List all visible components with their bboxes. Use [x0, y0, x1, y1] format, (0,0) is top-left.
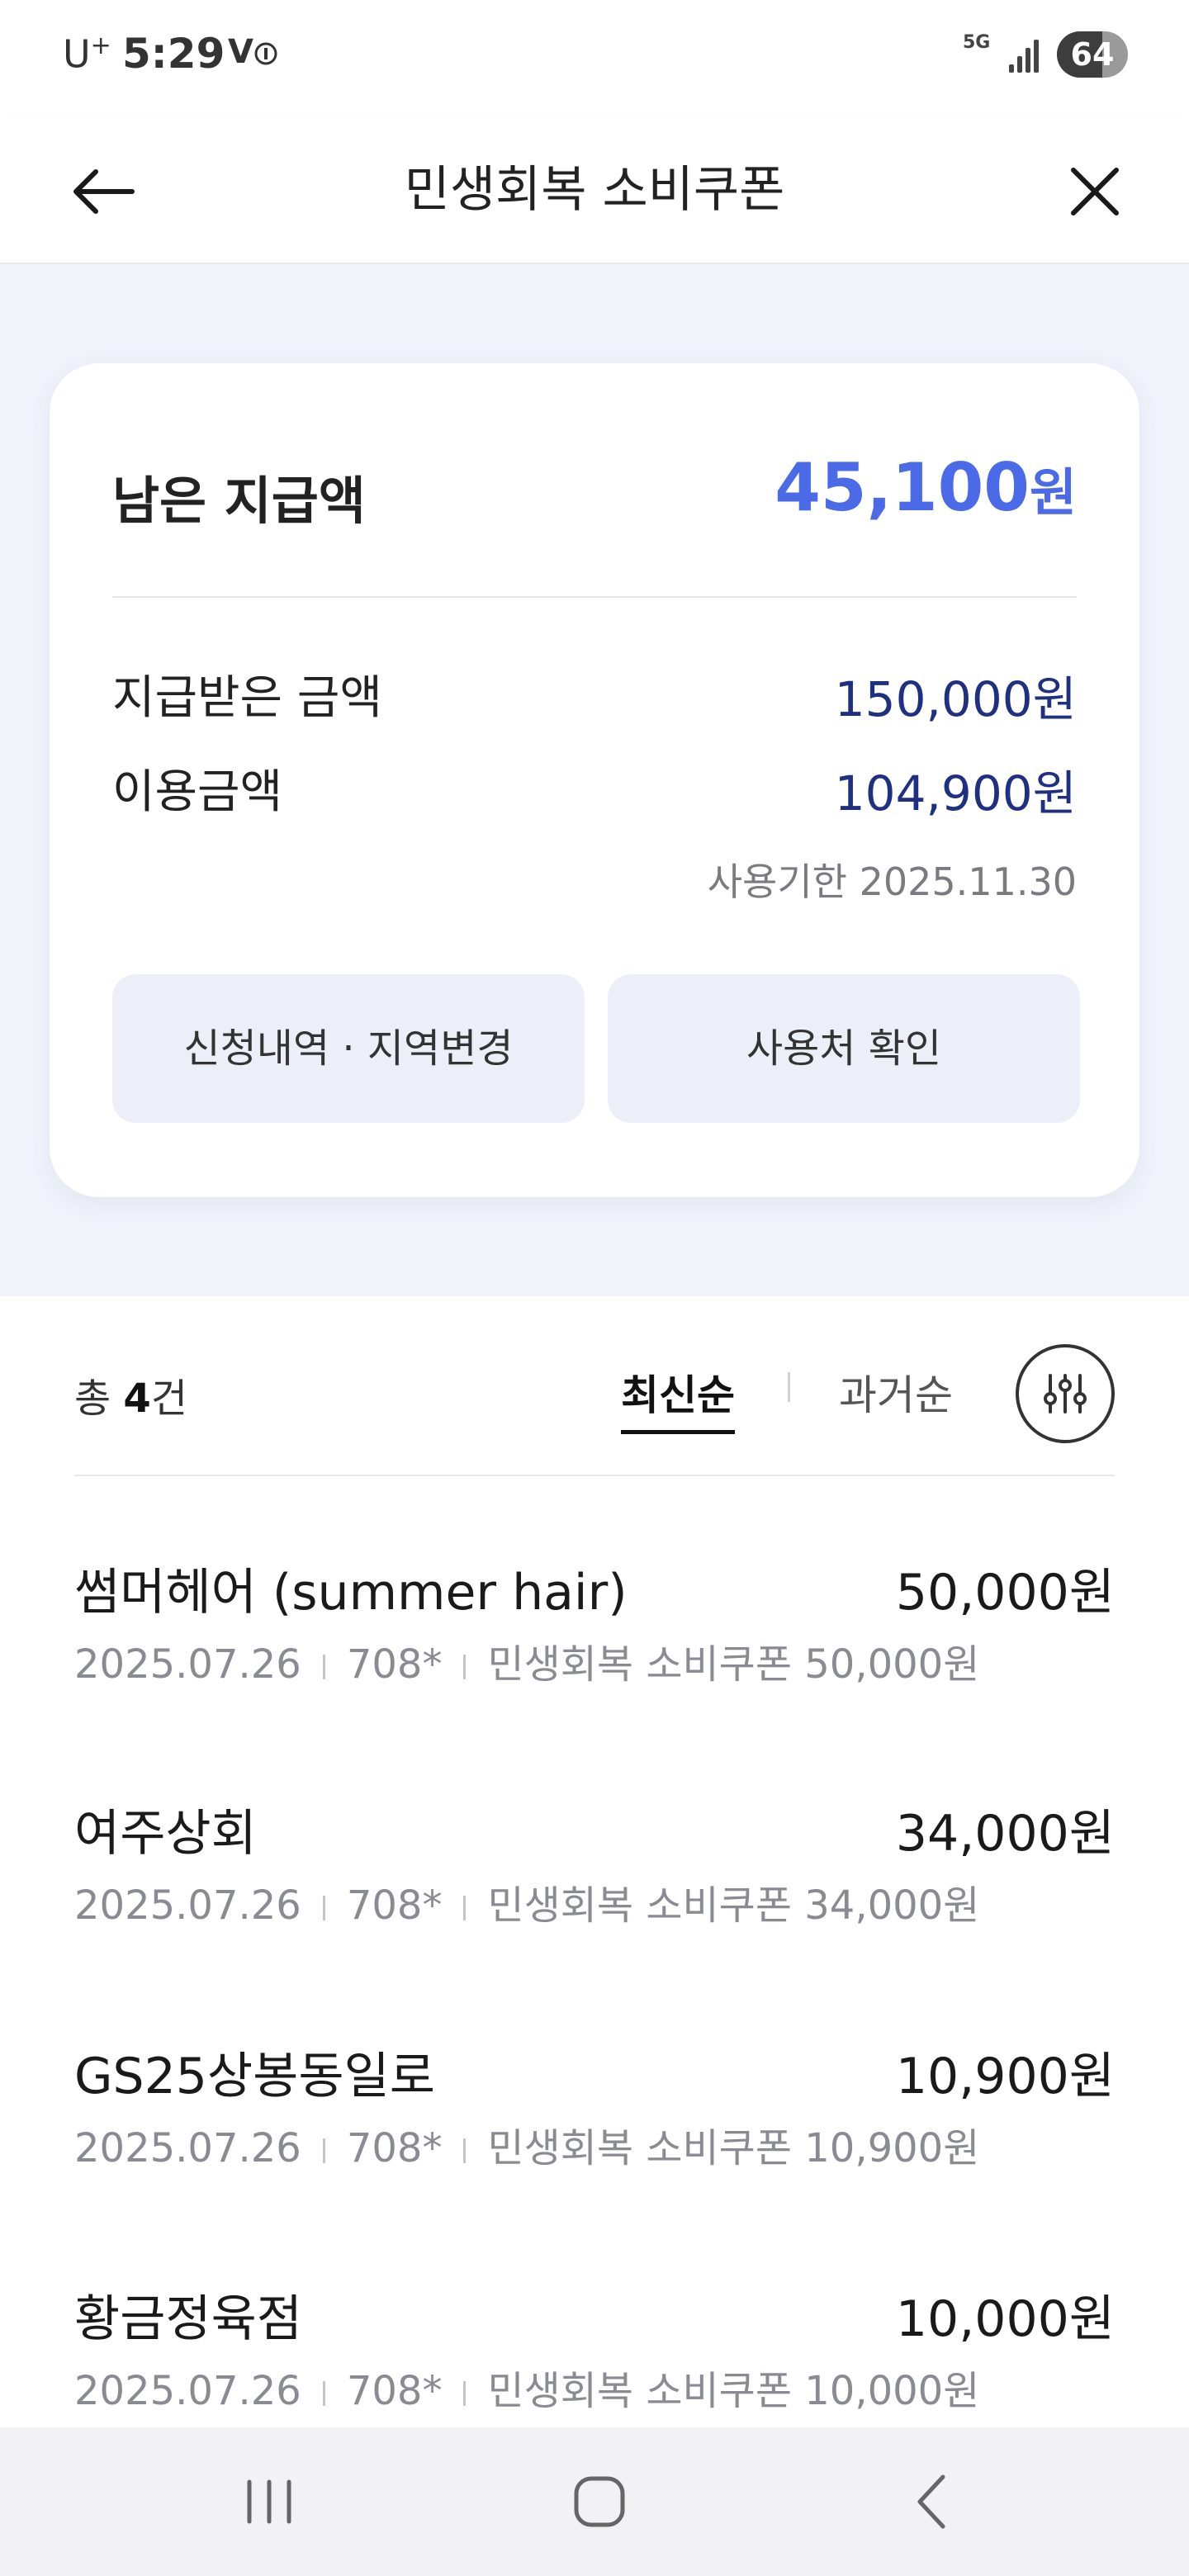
merchant-name: 여주상회 — [74, 1805, 257, 1863]
sort-divider — [788, 1372, 790, 1402]
list-item[interactable]: 황금정육점 10,000원 2025.07.26 708* 민생회복 소비쿠폰 10… — [74, 2279, 1115, 2444]
history-region-button[interactable]: 신청내역 · 지역변경 — [112, 974, 585, 1123]
clock: 5:29 — [122, 30, 225, 78]
merchant-name: 황금정육점 — [74, 2290, 302, 2348]
close-button[interactable] — [1055, 152, 1135, 231]
page-title: 민생회복 소비쿠폰 — [404, 161, 785, 219]
received-label: 지급받은 금액 — [112, 671, 382, 725]
battery-icon: 64 — [1057, 31, 1128, 78]
balance-card: 남은 지급액 45,100원 지급받은 금액 150,000원 이용금액 104… — [50, 363, 1139, 1197]
total-count: 총 4건 — [74, 1376, 187, 1422]
used-value: 104,900원 — [834, 765, 1077, 822]
check-places-button[interactable]: 사용처 확인 — [608, 974, 1080, 1123]
merchant-name: GS25상봉동일로 — [74, 2048, 435, 2105]
carrier-label: U+ — [63, 31, 111, 77]
transaction-amount: 34,000원 — [895, 1805, 1115, 1863]
signal-icon — [1009, 36, 1042, 73]
battery-level: 64 — [1070, 36, 1115, 73]
list-item[interactable]: 여주상회 34,000원 2025.07.26 708* 민생회복 소비쿠폰 34,… — [74, 1793, 1115, 1958]
chevron-left-icon — [917, 2474, 945, 2529]
arrow-left-icon — [73, 169, 135, 214]
transaction-meta: 2025.07.26 708* 민생회복 소비쿠폰 10,900원 — [74, 2125, 980, 2171]
page: U+ 5:29 V 5G 64 민생회복 소비쿠폰 남은 지급액 45,100원… — [0, 0, 1189, 2576]
transaction-meta: 2025.07.26 708* 민생회복 소비쿠폰 10,000원 — [74, 2368, 980, 2414]
card-divider — [112, 596, 1077, 598]
system-nav-bar — [0, 2427, 1189, 2576]
summary-area: 남은 지급액 45,100원 지급받은 금액 150,000원 이용금액 104… — [0, 264, 1189, 1296]
volte-icon: V — [228, 33, 278, 71]
sliders-icon — [1044, 1374, 1087, 1413]
filter-button[interactable] — [1016, 1344, 1115, 1443]
status-bar: U+ 5:29 V 5G 64 — [0, 0, 1189, 116]
transaction-amount: 10,000원 — [895, 2290, 1115, 2348]
transaction-amount: 10,900원 — [895, 2048, 1115, 2105]
merchant-name: 썸머헤어 (summer hair) — [74, 1564, 628, 1622]
list-divider — [74, 1475, 1115, 1476]
sort-oldest-tab[interactable]: 과거순 — [839, 1362, 953, 1422]
used-label: 이용금액 — [112, 765, 283, 819]
app-header: 민생회복 소비쿠폰 — [0, 116, 1189, 264]
remaining-label: 남은 지급액 — [112, 471, 366, 531]
remaining-amount: 45,100원 — [775, 449, 1077, 526]
list-item[interactable]: GS25상봉동일로 10,900원 2025.07.26 708* 민생회복 소비쿠… — [74, 2036, 1115, 2201]
recent-apps-icon — [247, 2479, 291, 2524]
home-icon — [574, 2476, 625, 2527]
transaction-meta: 2025.07.26 708* 민생회복 소비쿠폰 34,000원 — [74, 1882, 980, 1929]
home-button[interactable] — [550, 2460, 649, 2543]
network-5g-icon: 5G — [963, 32, 991, 53]
transaction-meta: 2025.07.26 708* 민생회복 소비쿠폰 50,000원 — [74, 1641, 980, 1688]
back-nav-button[interactable] — [883, 2460, 983, 2543]
list-header: 총 4건 최신순 과거순 — [0, 1296, 1189, 1478]
sort-latest-tab[interactable]: 최신순 — [621, 1362, 735, 1434]
back-button[interactable] — [63, 152, 142, 231]
close-icon — [1071, 168, 1119, 215]
expiry-date: 사용기한 2025.11.30 — [707, 859, 1077, 904]
received-value: 150,000원 — [834, 671, 1077, 727]
recent-apps-button[interactable] — [220, 2460, 319, 2543]
transaction-amount: 50,000원 — [895, 1564, 1115, 1622]
list-item[interactable]: 썸머헤어 (summer hair) 50,000원 2025.07.26 708… — [74, 1552, 1115, 1717]
